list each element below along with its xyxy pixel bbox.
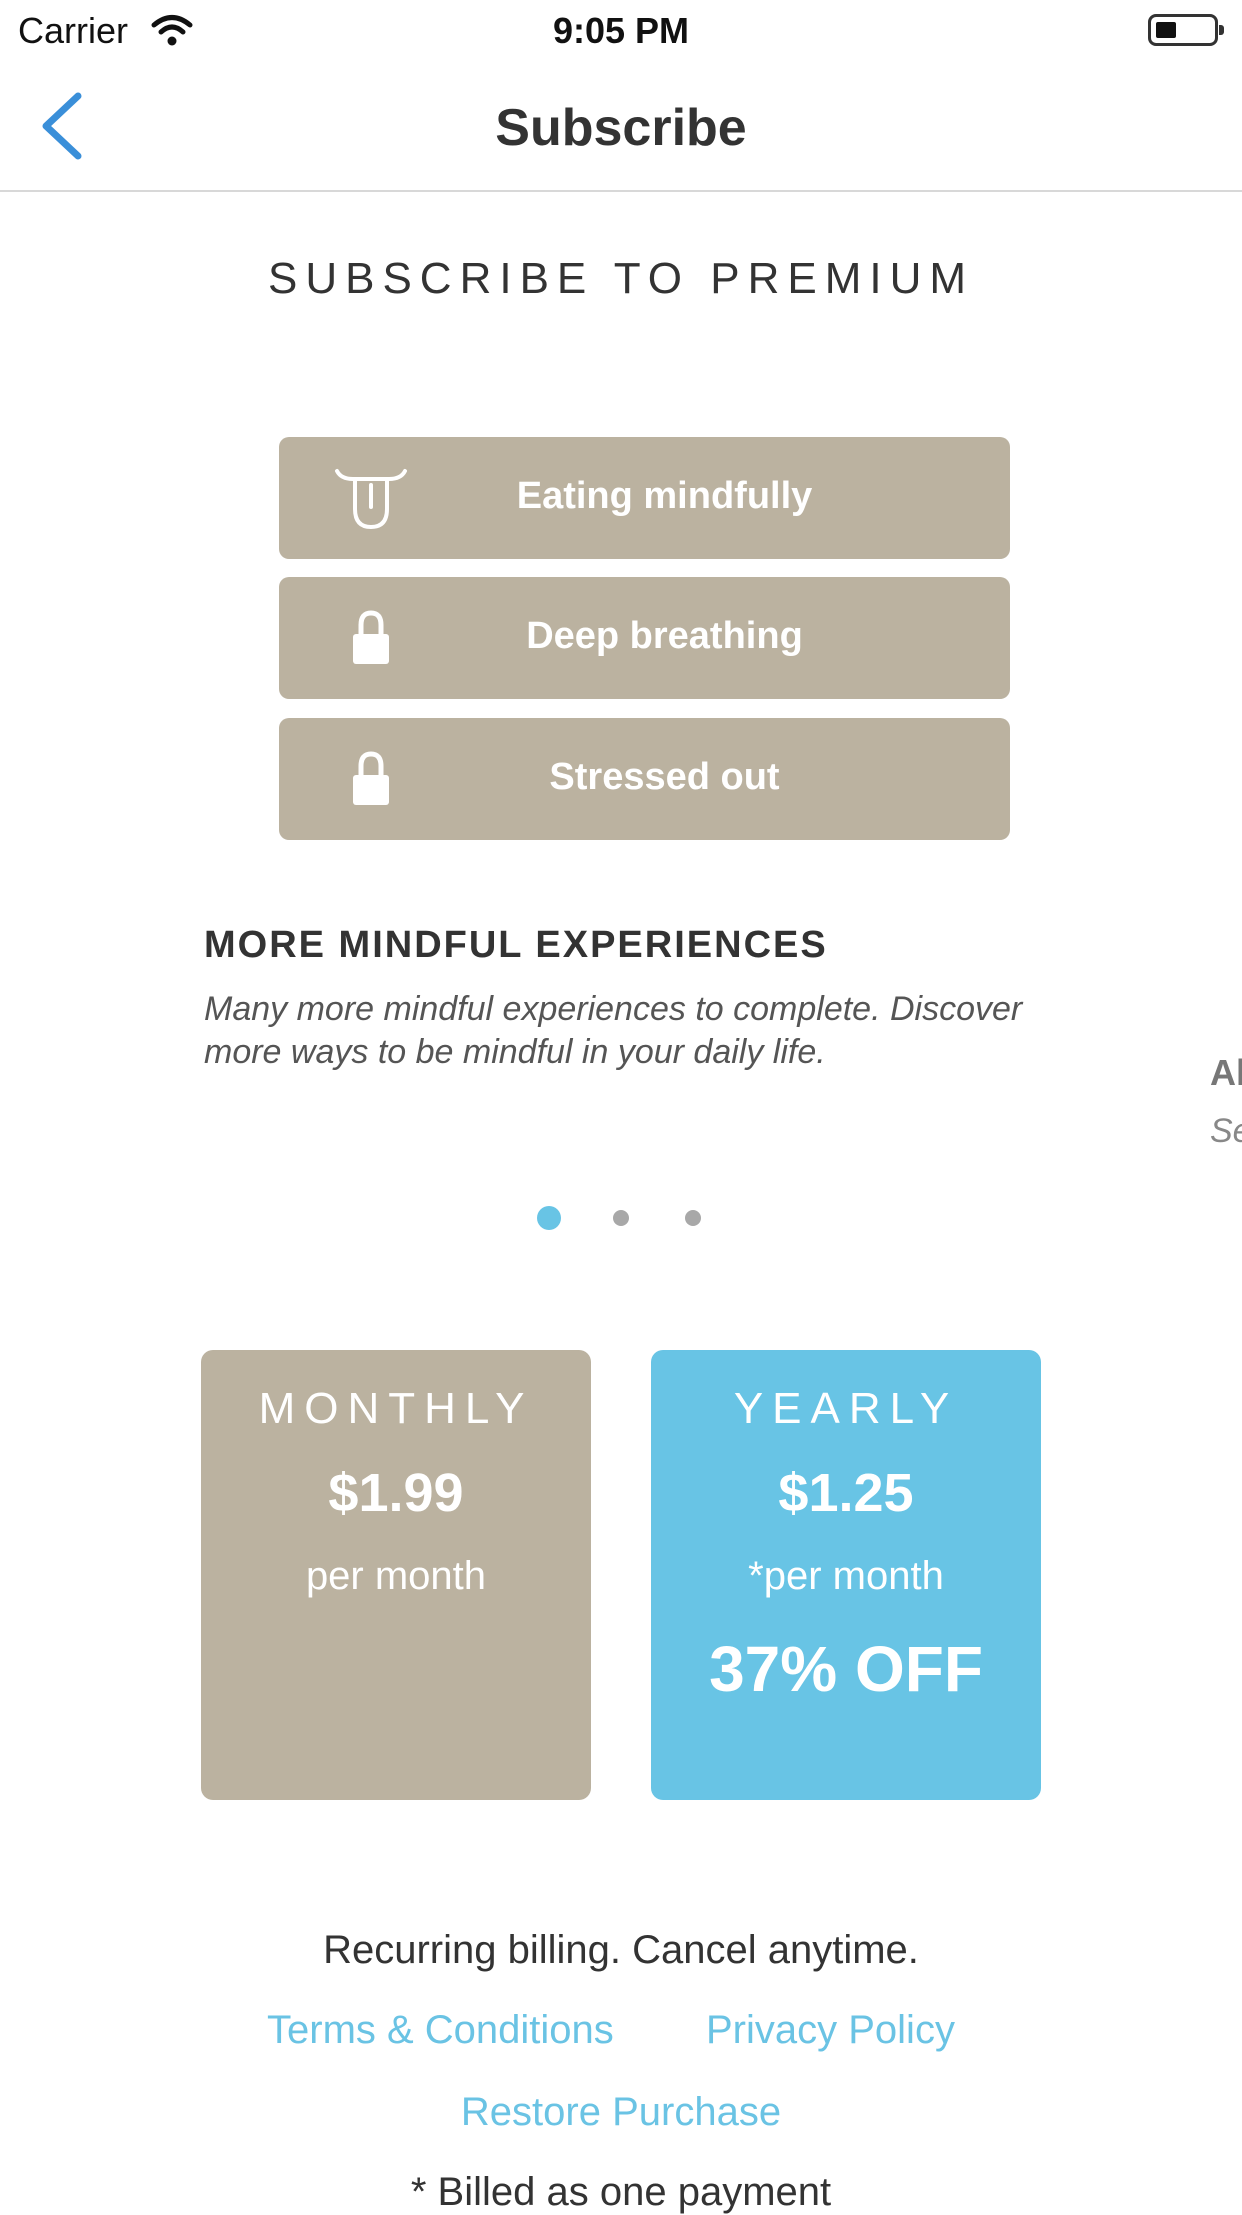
discount-badge: 37% OFF bbox=[709, 1633, 983, 1705]
yearly-plan-card[interactable]: YEARLY $1.25 *per month 37% OFF bbox=[651, 1350, 1041, 1800]
experience-label: Deep breathing bbox=[526, 615, 803, 657]
experience-deep-breathing-button[interactable]: Deep breathing bbox=[279, 577, 1010, 699]
plan-period: per month bbox=[305, 1554, 487, 1598]
plan-price: $1.25 bbox=[778, 1463, 914, 1523]
next-promo-title-peek: Al bbox=[1210, 1052, 1242, 1093]
promo-title: MORE MINDFUL EXPERIENCES bbox=[204, 924, 828, 966]
page-dot[interactable] bbox=[685, 1210, 701, 1226]
battery-icon bbox=[1148, 14, 1224, 46]
page-title: Subscribe bbox=[495, 99, 747, 157]
experience-label: Eating mindfully bbox=[516, 475, 813, 517]
next-promo-text-peek: Se bbox=[1210, 1112, 1242, 1150]
restore-purchase-link[interactable]: Restore Purchase bbox=[0, 2090, 1242, 2135]
plan-price: $1.99 bbox=[328, 1463, 464, 1523]
clock: 9:05 PM bbox=[552, 10, 690, 51]
plan-name: YEARLY bbox=[733, 1384, 959, 1433]
plan-period: *per month bbox=[748, 1554, 944, 1598]
experience-label: Stressed out bbox=[549, 756, 780, 798]
experience-stressed-out-button[interactable]: Stressed out bbox=[279, 718, 1010, 840]
promo-description: Many more mindful experiences to complet… bbox=[204, 990, 1023, 1071]
page-dot[interactable] bbox=[613, 1210, 629, 1226]
navigation-bar: Subscribe bbox=[0, 60, 1242, 192]
experience-eating-mindfully-button[interactable]: Eating mindfully bbox=[279, 437, 1010, 559]
premium-heading: SUBSCRIBE TO PREMIUM bbox=[267, 254, 975, 303]
privacy-policy-link[interactable]: Privacy Policy bbox=[706, 2008, 955, 2053]
monthly-plan-card[interactable]: MONTHLY $1.99 per month bbox=[201, 1350, 591, 1800]
status-bar: Carrier 9:05 PM bbox=[0, 0, 1242, 60]
plan-name: MONTHLY bbox=[258, 1384, 534, 1433]
billing-note: Recurring billing. Cancel anytime. bbox=[323, 1928, 919, 1972]
page-dot-active[interactable] bbox=[537, 1206, 561, 1230]
billing-footnote: * Billed as one payment bbox=[410, 2170, 832, 2214]
terms-link[interactable]: Terms & Conditions bbox=[267, 2008, 614, 2053]
